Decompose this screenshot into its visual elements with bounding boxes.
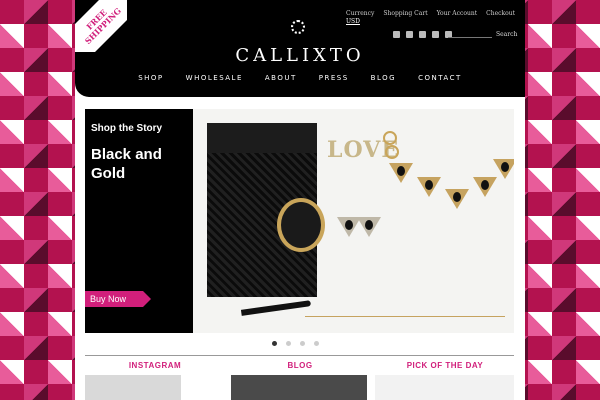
currency-selector[interactable]: Currency USD <box>346 10 374 26</box>
search-button[interactable]: Search <box>496 31 517 38</box>
nav-item-contact[interactable]: CONTACT <box>418 74 462 82</box>
shopping-cart-link[interactable]: Shopping Cart <box>383 10 427 26</box>
slider-dot-4[interactable] <box>314 341 319 346</box>
love-sculpture-text: LOVE <box>327 137 400 163</box>
site-header: FREE SHIPPING Currency USD Shopping Cart… <box>75 0 525 97</box>
black-clutch-image <box>207 123 325 297</box>
section-divider <box>85 355 514 356</box>
story-panel: Shop the Story Black and Gold Buy Now <box>85 109 193 333</box>
story-kicker: Shop the Story <box>91 123 163 134</box>
triangle-necklace-image <box>389 149 514 239</box>
twitter-icon[interactable] <box>406 31 413 38</box>
nav-item-shop[interactable]: SHOP <box>138 74 163 82</box>
search-form: Search <box>448 30 517 38</box>
pinterest-icon[interactable] <box>419 31 426 38</box>
hero-photo[interactable]: LOVE <box>193 109 514 333</box>
pick-of-the-day-thumbnail[interactable] <box>375 375 514 400</box>
brand-logo[interactable]: CALLIXTO <box>75 45 525 66</box>
nav-item-press[interactable]: PRESS <box>319 74 349 82</box>
main-nav: SHOP WHOLESALE ABOUT PRESS BLOG CONTACT <box>75 74 525 82</box>
earring-image <box>357 217 381 237</box>
checkout-link[interactable]: Checkout <box>486 10 515 26</box>
nav-item-about[interactable]: ABOUT <box>265 74 297 82</box>
slider-pagination <box>272 341 319 346</box>
nav-item-wholesale[interactable]: WHOLESALE <box>186 74 243 82</box>
utility-links: Currency USD Shopping Cart Your Account … <box>346 10 515 26</box>
story-title: Black and Gold <box>91 146 162 182</box>
currency-value[interactable]: USD <box>346 18 374 26</box>
blog-heading[interactable]: BLOG <box>230 361 370 370</box>
gold-chain-image <box>305 316 505 317</box>
instagram-icon[interactable] <box>432 31 439 38</box>
social-links <box>393 31 452 38</box>
ring-image <box>383 131 397 145</box>
account-link[interactable]: Your Account <box>437 10 478 26</box>
page-container: FREE SHIPPING Currency USD Shopping Cart… <box>75 0 525 400</box>
slider-dot-2[interactable] <box>286 341 291 346</box>
pick-of-the-day-heading[interactable]: PICK OF THE DAY <box>375 361 515 370</box>
gold-onyx-bracelet-image <box>277 198 325 252</box>
instagram-thumbnail[interactable] <box>85 375 181 400</box>
hero-slider: Shop the Story Black and Gold Buy Now LO… <box>85 109 514 333</box>
nav-item-blog[interactable]: BLOG <box>371 74 396 82</box>
slider-dot-1[interactable] <box>272 341 277 346</box>
horn-pendant-image <box>240 300 312 316</box>
search-input[interactable] <box>448 30 492 38</box>
buy-now-button[interactable]: Buy Now <box>85 291 151 307</box>
slider-dot-3[interactable] <box>300 341 305 346</box>
blog-thumbnail[interactable] <box>231 375 367 400</box>
currency-label: Currency <box>346 10 375 17</box>
logo-emblem-icon <box>291 20 305 34</box>
facebook-icon[interactable] <box>393 31 400 38</box>
instagram-heading[interactable]: INSTAGRAM <box>85 361 225 370</box>
